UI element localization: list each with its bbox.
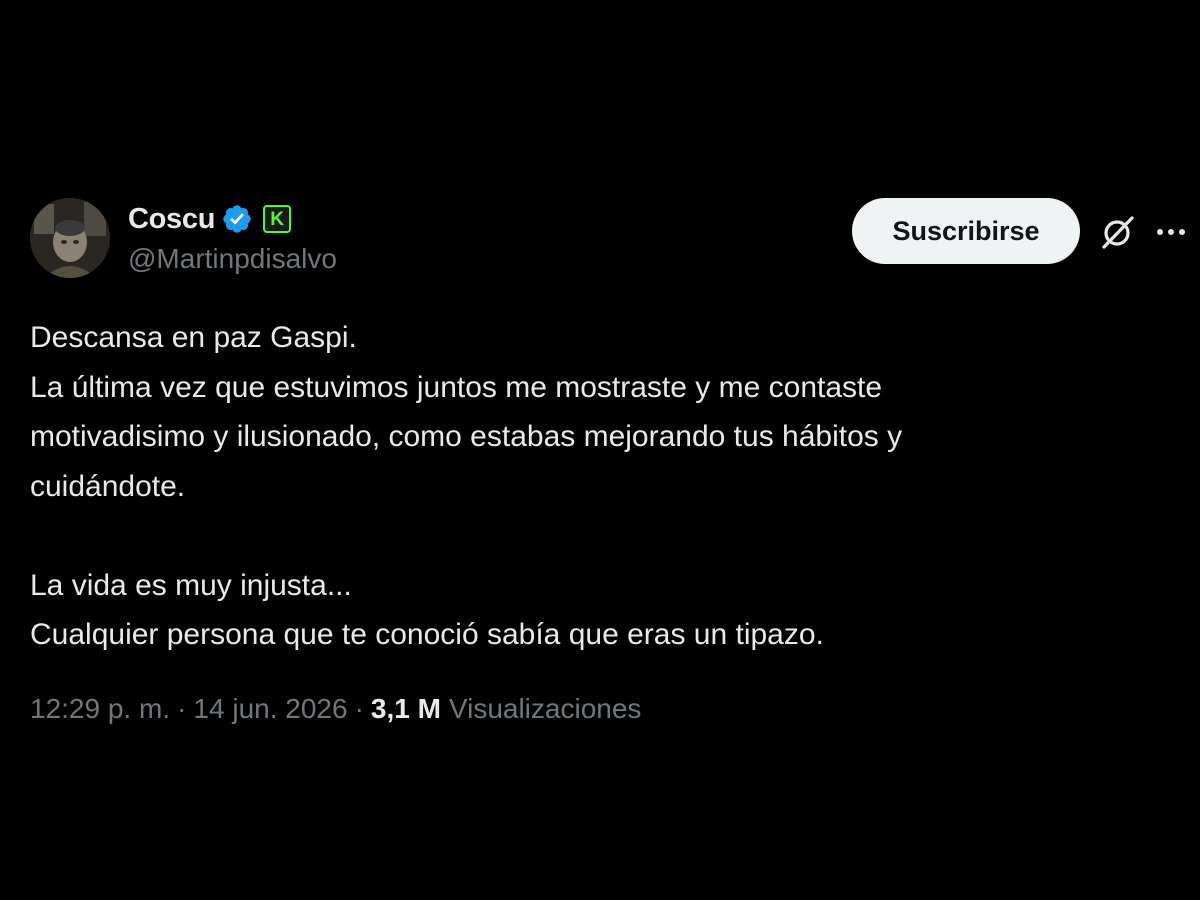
meta-separator: · — [354, 693, 364, 724]
subscribe-button[interactable]: Suscribirse — [852, 198, 1080, 264]
tweet-meta: 12:29 p. m. · 14 jun. 2026 · 3,1 M Visua… — [30, 693, 641, 725]
tweet-paragraph: Descansa en paz Gaspi. La última vez que… — [30, 321, 903, 503]
meta-separator: · — [177, 693, 187, 724]
more-icon[interactable] — [1153, 212, 1189, 252]
tweet-card: Coscu K @Martinpdisalvo Suscribirse Desc… — [0, 0, 1200, 900]
tweet-date[interactable]: 14 jun. 2026 — [193, 693, 347, 725]
author-display-name[interactable]: Coscu — [128, 203, 215, 236]
avatar[interactable] — [30, 198, 110, 278]
author-name-row: Coscu K — [128, 200, 292, 238]
avatar-image — [30, 198, 110, 278]
tweet-paragraph: La vida es muy injusta... Cualquier pers… — [30, 568, 824, 652]
kick-letter: K — [270, 208, 284, 230]
grok-icon[interactable] — [1098, 212, 1138, 252]
views-label[interactable]: Visualizaciones — [449, 693, 642, 725]
tweet-time[interactable]: 12:29 p. m. — [30, 693, 170, 725]
author-handle[interactable]: @Martinpdisalvo — [128, 243, 337, 275]
verified-badge-icon[interactable] — [221, 203, 253, 235]
views-count[interactable]: 3,1 M — [371, 693, 441, 725]
tweet-text: Descansa en paz Gaspi. La última vez que… — [30, 313, 1170, 660]
kick-icon[interactable]: K — [263, 205, 292, 233]
